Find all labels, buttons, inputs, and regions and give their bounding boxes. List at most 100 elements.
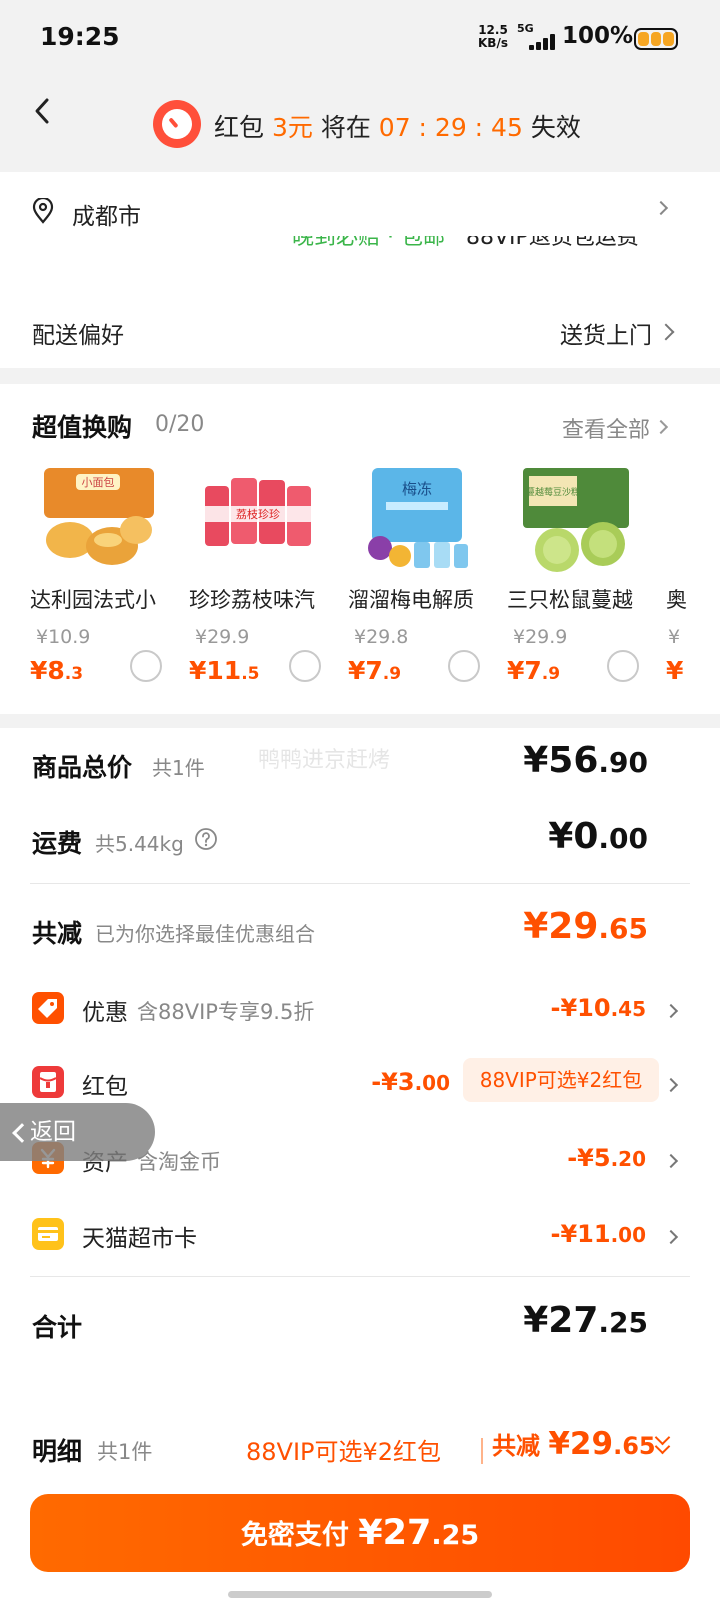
addon-item[interactable]: 奥 ¥ ¥ xyxy=(666,466,720,696)
discount-amount: -¥10.45 xyxy=(550,994,647,1022)
hb-post: 失效 xyxy=(530,113,581,142)
addon-select-radio[interactable] xyxy=(607,650,639,682)
addon-select-radio[interactable] xyxy=(448,650,480,682)
view-all-chevron-icon[interactable] xyxy=(653,419,669,435)
back-arrow-icon[interactable] xyxy=(28,96,58,126)
coupon-tag-icon xyxy=(32,992,64,1024)
delivery-value: 送货上门 xyxy=(560,323,652,349)
pay-button[interactable]: 免密支付 ¥27.25 xyxy=(30,1494,690,1572)
signal-icon xyxy=(525,34,555,50)
discount-amount: -¥3.00 xyxy=(371,1068,450,1096)
addon-title: 超值换购 xyxy=(32,413,133,442)
chevron-right-icon xyxy=(663,1003,679,1019)
hb-amount: 3元 xyxy=(271,113,313,142)
goods-total-amount: ¥56.90 xyxy=(523,740,648,781)
net-speed: 12.5 KB/s xyxy=(478,24,508,50)
hb-pre: 红包 xyxy=(214,113,265,142)
floating-back-button[interactable]: 返回 xyxy=(0,1103,155,1161)
detail-count: 共1件 xyxy=(97,1440,153,1464)
address-card: 成都市 晚到必赔 · 包邮 88VIP退货包运费 配送偏好 送货上门 xyxy=(0,172,720,368)
detail-label[interactable]: 明细 xyxy=(32,1432,82,1468)
addon-item-price: ¥7.9 xyxy=(348,656,402,685)
goods-count: 共1件 xyxy=(152,756,205,780)
addon-item-price: ¥11.5 xyxy=(189,656,260,685)
discount-row-tmall-card[interactable]: 天猫超市卡 -¥11.00 xyxy=(0,1210,720,1270)
view-all-link[interactable]: 查看全部 xyxy=(562,412,650,444)
grand-total-amount: ¥27.25 xyxy=(523,1300,648,1341)
discount-label: 优惠 xyxy=(82,1000,128,1026)
pay-button-amount: ¥27 xyxy=(358,1513,432,1553)
addon-item-price: ¥7.9 xyxy=(507,656,561,685)
product-image-bread: 小面包 xyxy=(44,468,154,565)
delivery-label: 配送偏好 xyxy=(32,323,124,349)
jelly-pack-label: 梅冻 xyxy=(402,480,432,498)
address-chevron-icon xyxy=(653,200,669,216)
address-city: 成都市 xyxy=(72,204,141,230)
expand-details-icon[interactable] xyxy=(650,1429,676,1460)
divider xyxy=(30,1276,690,1277)
status-bar: 19:25 12.5 KB/s 5G 100% xyxy=(0,0,720,78)
total-reduce-label: 共减 xyxy=(32,919,83,948)
watermark: 鸭鸭进京赶烤 xyxy=(258,748,391,773)
total-reduce-note: 已为你选择最佳优惠组合 xyxy=(95,922,315,946)
discount-note: 含淘金币 xyxy=(137,1150,221,1174)
addon-item[interactable]: 荔枝珍珍 珍珍荔枝味汽 ¥29.9 ¥11.5 xyxy=(189,466,349,696)
service-tag-green: 晚到必赔 · 包邮 xyxy=(292,236,445,250)
battery-icon xyxy=(634,28,678,50)
grand-total-label: 合计 xyxy=(32,1313,83,1342)
product-image-cranberry-cake: 蔓越莓豆沙糕 xyxy=(523,468,629,572)
discount-amount: -¥5.20 xyxy=(567,1144,646,1172)
addon-item-name: 达利园法式小 xyxy=(30,588,156,612)
cake-box-label: 蔓越莓豆沙糕 xyxy=(526,486,580,498)
discount-amount: -¥11.00 xyxy=(550,1220,647,1248)
battery-percent: 100% xyxy=(562,23,634,49)
product-image-plum-jelly: 梅冻 xyxy=(368,468,468,568)
delivery-preference-row[interactable]: 配送偏好 送货上门 xyxy=(0,292,720,368)
price-summary-card: 鸭鸭进京赶烤 商品总价 共1件 ¥56.90 运费 共5.44kg ¥0.00 … xyxy=(0,728,720,1408)
location-pin-icon xyxy=(32,198,54,224)
address-row[interactable]: 成都市 xyxy=(0,172,720,242)
addon-item-name: 奥 xyxy=(666,588,687,612)
delivery-chevron-icon xyxy=(657,323,675,341)
addon-count: 0/20 xyxy=(155,412,205,437)
status-time: 19:25 xyxy=(40,22,120,51)
chevron-right-icon xyxy=(663,1229,679,1245)
addon-item-orig-price: ¥29.8 xyxy=(354,626,409,648)
addon-item-price: ¥ xyxy=(666,656,684,685)
addon-item-orig-price: ¥ xyxy=(668,626,681,648)
red-packet-expiry-notice: 红包 3元 将在 07 : 29 : 45 失效 xyxy=(214,108,581,144)
checkout-bar: 明细 共1件 88VIP可选¥2红包 共减 ¥29.65 免密支付 ¥27.25 xyxy=(0,1408,720,1600)
addon-item-orig-price: ¥29.9 xyxy=(513,626,568,648)
home-indicator xyxy=(228,1591,492,1598)
red-packet-timer-icon xyxy=(153,100,201,148)
addon-select-radio[interactable] xyxy=(130,650,162,682)
addon-item-name: 溜溜梅电解质 xyxy=(348,588,474,612)
detail-vip-note[interactable]: 88VIP可选¥2红包 xyxy=(246,1432,441,1467)
shipping-label: 运费 xyxy=(32,829,83,858)
addon-item[interactable]: 小面包 达利园法式小 ¥10.9 ¥8.3 xyxy=(30,466,190,696)
help-icon[interactable] xyxy=(194,827,218,851)
vip-red-packet-badge[interactable]: 88VIP可选¥2红包 xyxy=(463,1058,659,1102)
hb-mid: 将在 xyxy=(320,113,371,142)
chevron-right-icon xyxy=(663,1153,679,1169)
addon-card: 超值换购 0/20 查看全部 小面包 达利园法式小 ¥10.9 ¥8.3 荔枝珍… xyxy=(0,384,720,714)
pay-button-label: 免密支付 xyxy=(240,1520,349,1551)
discount-row-coupon[interactable]: 优惠 含88VIP专享9.5折 -¥10.45 xyxy=(0,982,720,1042)
addon-select-radio[interactable] xyxy=(289,650,321,682)
discount-label: 红包 xyxy=(82,1074,128,1100)
red-packet-icon xyxy=(32,1066,64,1098)
tmall-card-icon xyxy=(32,1218,64,1250)
addon-item[interactable]: 蔓越莓豆沙糕 三只松鼠蔓越 ¥29.9 ¥7.9 xyxy=(507,466,667,696)
addon-item[interactable]: 梅冻 溜溜梅电解质 ¥29.8 ¥7.9 xyxy=(348,466,508,696)
detail-reduce-total[interactable]: 共减 ¥29.65 xyxy=(492,1426,656,1462)
total-reduce-amount: ¥29.65 xyxy=(523,906,648,947)
soda-can-label: 荔枝珍珍 xyxy=(236,507,280,521)
bread-pack-label: 小面包 xyxy=(82,476,115,489)
discount-label: 天猫超市卡 xyxy=(82,1226,197,1252)
page-header: 红包 3元 将在 07 : 29 : 45 失效 xyxy=(0,78,720,172)
shipping-weight: 共5.44kg xyxy=(95,832,184,856)
divider xyxy=(30,883,690,884)
shipping-amount: ¥0.00 xyxy=(548,816,648,857)
addon-item-name: 三只松鼠蔓越 xyxy=(507,588,633,612)
discount-note: 含88VIP专享9.5折 xyxy=(137,1000,315,1024)
